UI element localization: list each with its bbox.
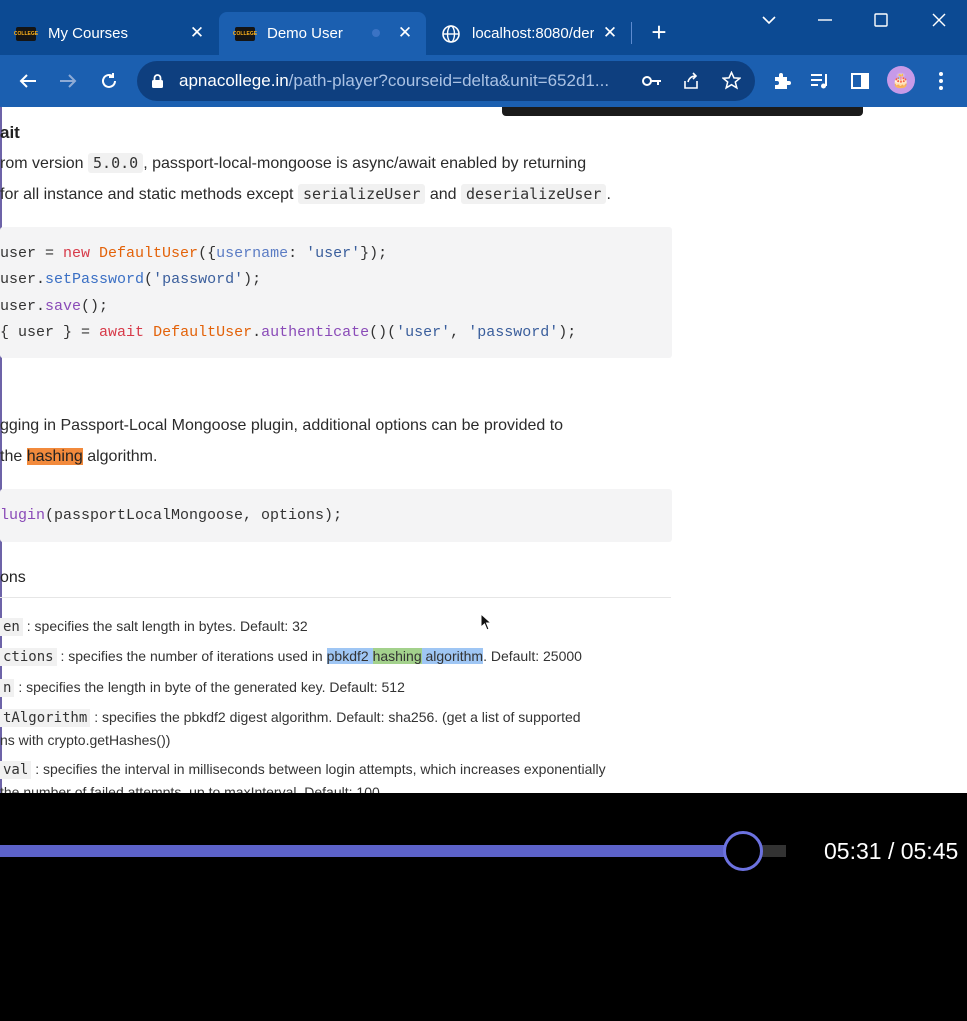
tab-my-courses[interactable]: COLLEGE My Courses ✕ bbox=[0, 12, 218, 55]
inline-code: serializeUser bbox=[297, 184, 426, 204]
url-text: apnacollege.in/path-player?courseid=delt… bbox=[179, 71, 609, 91]
share-icon[interactable] bbox=[682, 72, 700, 95]
progress-bar[interactable] bbox=[0, 845, 786, 857]
highlighted-text: algorithm bbox=[421, 648, 484, 664]
option-code: tAlgorithm bbox=[0, 709, 91, 727]
text: algorithm. bbox=[87, 448, 158, 465]
key-icon[interactable] bbox=[642, 74, 662, 93]
highlighted-word: hashing bbox=[372, 648, 422, 664]
side-panel-icon[interactable] bbox=[844, 65, 876, 97]
option-item: tAlgorithm : specifies the pbkdf2 digest… bbox=[0, 709, 581, 727]
overlay-strip bbox=[502, 107, 863, 116]
paragraph-line: for all instance and static methods exce… bbox=[0, 184, 611, 204]
text: , passport-local-mongoose is async/await… bbox=[143, 155, 587, 172]
minimize-icon[interactable] bbox=[810, 8, 840, 32]
forward-arrow-icon[interactable] bbox=[52, 65, 84, 97]
video-controls: 05:31 / 05:45 bbox=[0, 793, 967, 1021]
option-text: : specifies the interval in milliseconds… bbox=[35, 761, 606, 777]
option-text: : specifies the salt length in bytes. De… bbox=[26, 618, 308, 634]
url-path: /path-player?courseid=delta&unit=652d1..… bbox=[288, 71, 610, 90]
tab-title: localhost:8080/der bbox=[472, 25, 594, 42]
tab-title: Demo User bbox=[267, 25, 343, 42]
new-tab-icon[interactable]: + bbox=[645, 19, 673, 47]
time-display: 05:31 / 05:45 bbox=[824, 838, 959, 864]
code-line: lugin(passportLocalMongoose, options); bbox=[0, 507, 343, 524]
progress-thumb[interactable] bbox=[723, 831, 763, 871]
divider bbox=[0, 597, 671, 598]
option-text: : specifies the number of iterations use… bbox=[60, 648, 327, 664]
reload-icon[interactable] bbox=[93, 65, 125, 97]
option-code: ctions bbox=[0, 648, 57, 666]
option-item: en : specifies the salt length in bytes.… bbox=[0, 618, 308, 636]
paragraph-line: gging in Passport-Local Mongoose plugin,… bbox=[0, 417, 564, 434]
college-logo-icon: COLLEGE bbox=[14, 26, 38, 41]
option-item-continuation: ns with crypto.getHashes()) bbox=[0, 732, 171, 748]
option-item: ctions : specifies the number of iterati… bbox=[0, 648, 582, 666]
maximize-icon[interactable] bbox=[866, 8, 896, 32]
code-line: user = new DefaultUser({username: 'user'… bbox=[0, 245, 388, 262]
tab-demo-user[interactable]: COLLEGE Demo User ✕ bbox=[219, 12, 426, 55]
code-line: { user } = await DefaultUser.authenticat… bbox=[0, 324, 577, 341]
option-text: . Default: 25000 bbox=[483, 648, 582, 664]
profile-avatar[interactable]: 🎂 bbox=[887, 66, 915, 94]
option-text: : specifies the length in byte of the ge… bbox=[18, 679, 405, 695]
paragraph-line: the hashing algorithm. bbox=[0, 448, 157, 466]
window-close-icon[interactable] bbox=[924, 8, 954, 32]
address-bar[interactable]: apnacollege.in/path-player?courseid=delt… bbox=[137, 61, 755, 101]
tab-activity-indicator bbox=[372, 29, 380, 37]
text: the bbox=[0, 448, 23, 465]
highlighted-word: hashing bbox=[26, 448, 83, 465]
url-host: apnacollege.in bbox=[179, 71, 289, 90]
option-item: n : specifies the length in byte of the … bbox=[0, 679, 405, 697]
inline-code: 5.0.0 bbox=[88, 153, 144, 173]
option-item: val : specifies the interval in millisec… bbox=[0, 761, 606, 779]
option-text: : specifies the pbkdf2 digest algorithm.… bbox=[94, 709, 581, 725]
mouse-pointer-icon bbox=[480, 612, 493, 636]
code-block-example: user = new DefaultUser({username: 'user'… bbox=[0, 227, 672, 358]
option-item-continuation: the number of failed attempts, up to max… bbox=[0, 784, 380, 793]
inline-code: deserializeUser bbox=[460, 184, 607, 204]
close-icon[interactable]: ✕ bbox=[394, 22, 416, 44]
close-icon[interactable]: ✕ bbox=[186, 22, 208, 44]
code-block-plugin: lugin(passportLocalMongoose, options); bbox=[0, 489, 672, 542]
text: and bbox=[429, 186, 457, 203]
paragraph-line: rom version 5.0.0, passport-local-mongoo… bbox=[0, 153, 587, 173]
heading-options: ons bbox=[0, 569, 26, 586]
bookmark-star-icon[interactable] bbox=[721, 70, 742, 95]
college-logo-icon: COLLEGE bbox=[233, 26, 257, 41]
video-frame-document: ait rom version 5.0.0, passport-local-mo… bbox=[0, 107, 967, 793]
code-line: user.setPassword('password'); bbox=[0, 271, 262, 288]
tab-search-chevron-icon[interactable] bbox=[754, 8, 784, 32]
highlighted-text: pbkdf2 bbox=[326, 648, 373, 664]
text: rom version bbox=[0, 155, 84, 172]
menu-kebab-icon[interactable] bbox=[925, 65, 957, 97]
lock-icon[interactable] bbox=[151, 73, 164, 94]
text: . bbox=[606, 186, 611, 203]
back-arrow-icon[interactable] bbox=[12, 65, 44, 97]
option-code: en bbox=[0, 618, 23, 636]
tab-localhost[interactable]: localhost:8080/der ✕ bbox=[426, 12, 631, 55]
browser-toolbar: apnacollege.in/path-player?courseid=delt… bbox=[0, 55, 967, 107]
option-code: val bbox=[0, 761, 32, 779]
globe-icon bbox=[442, 24, 460, 43]
tab-strip: COLLEGE My Courses ✕ COLLEGE Demo User ✕… bbox=[0, 0, 967, 55]
code-line: user.save(); bbox=[0, 298, 109, 315]
tab-title: My Courses bbox=[48, 25, 129, 42]
extensions-puzzle-icon[interactable] bbox=[766, 65, 798, 97]
tab-separator bbox=[631, 22, 632, 44]
progress-fill bbox=[0, 845, 743, 857]
heading-async-await: ait bbox=[0, 123, 20, 142]
media-queue-icon[interactable] bbox=[804, 65, 836, 97]
option-code: n bbox=[0, 679, 15, 697]
close-icon[interactable]: ✕ bbox=[599, 22, 621, 44]
text: for all instance and static methods exce… bbox=[0, 186, 294, 203]
